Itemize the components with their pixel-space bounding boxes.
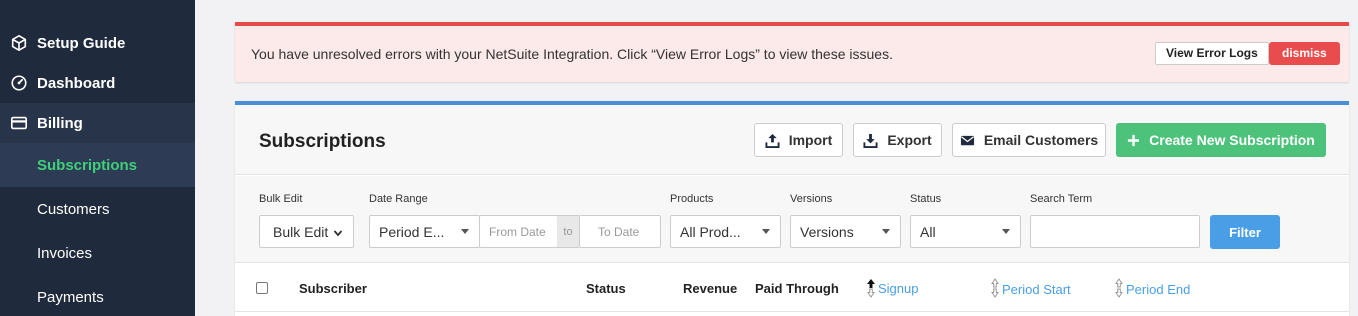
- plus-icon: [1128, 134, 1140, 146]
- export-button-label: Export: [887, 132, 932, 148]
- sidebar-subitem-subscriptions[interactable]: Subscriptions: [0, 143, 195, 187]
- caret-down-icon: [762, 229, 770, 234]
- create-new-subscription-button[interactable]: Create New Subscription: [1116, 123, 1326, 157]
- column-paid-through[interactable]: Paid Through: [755, 281, 839, 296]
- filter-bar: Bulk Edit Bulk Edit Date Range Period E.…: [235, 176, 1349, 263]
- versions-select[interactable]: Versions: [790, 215, 901, 248]
- search-term-input[interactable]: [1030, 215, 1200, 248]
- products-value: All Prod...: [680, 223, 741, 240]
- subscriptions-panel: Subscriptions Import Export Email Custom…: [235, 101, 1349, 316]
- error-banner: You have unresolved errors with your Net…: [235, 22, 1349, 82]
- sort-icon: [1114, 278, 1124, 301]
- search-term-label: Search Term: [1030, 193, 1093, 205]
- envelope-icon: [960, 135, 974, 145]
- error-banner-message: You have unresolved errors with your Net…: [251, 46, 893, 62]
- status-label: Status: [910, 193, 942, 205]
- sidebar-subitem-invoices[interactable]: Invoices: [0, 231, 195, 275]
- caret-down-icon: [882, 229, 890, 234]
- import-button-label: Import: [788, 132, 833, 148]
- import-button[interactable]: Import: [754, 123, 843, 157]
- sidebar: Setup Guide Dashboard Billing Subscripti…: [0, 0, 195, 316]
- page-title: Subscriptions: [259, 131, 386, 152]
- sidebar-item-billing[interactable]: Billing: [0, 103, 195, 143]
- status-value: All: [920, 223, 936, 240]
- products-select[interactable]: All Prod...: [670, 215, 781, 248]
- column-status[interactable]: Status: [586, 281, 626, 296]
- sidebar-item-dashboard[interactable]: Dashboard: [0, 68, 195, 98]
- from-date-placeholder: From Date: [489, 224, 546, 239]
- versions-value: Versions: [800, 223, 854, 240]
- view-error-logs-button[interactable]: View Error Logs: [1155, 42, 1269, 65]
- export-button[interactable]: Export: [853, 123, 942, 157]
- column-period-start-label: Period Start: [1002, 282, 1071, 297]
- sidebar-subitem-customers[interactable]: Customers: [0, 187, 195, 231]
- to-date-placeholder: To Date: [598, 224, 640, 239]
- column-period-end[interactable]: Period End: [1114, 278, 1190, 301]
- sort-icon: [990, 278, 1000, 301]
- date-range-value: Period E...: [379, 223, 445, 240]
- column-signup[interactable]: Signup: [866, 278, 918, 298]
- column-signup-label: Signup: [878, 280, 919, 296]
- column-period-end-label: Period End: [1126, 282, 1191, 297]
- sidebar-item-label: Setup Guide: [37, 34, 126, 52]
- table-header: Subscriber Status Revenue Paid Through S…: [235, 264, 1349, 312]
- gauge-icon: [10, 74, 28, 92]
- sidebar-item-setup-guide[interactable]: Setup Guide: [0, 28, 195, 58]
- caret-down-icon: [1002, 229, 1010, 234]
- sidebar-item-label: Billing: [37, 114, 83, 132]
- date-range-select[interactable]: Period E...: [369, 215, 480, 248]
- bulk-edit-label: Bulk Edit: [259, 193, 303, 205]
- bulk-edit-value: Bulk Edit: [273, 223, 329, 240]
- sort-ascending-icon: [866, 278, 876, 298]
- column-revenue[interactable]: Revenue: [683, 281, 737, 296]
- filter-button[interactable]: Filter: [1210, 215, 1280, 249]
- status-select[interactable]: All: [910, 215, 1021, 248]
- caret-down-icon: [461, 229, 469, 234]
- dismiss-button[interactable]: dismiss: [1269, 42, 1340, 65]
- bulk-edit-select[interactable]: Bulk Edit: [259, 215, 354, 248]
- from-date-input[interactable]: From Date: [479, 215, 558, 248]
- sidebar-item-label: Dashboard: [37, 74, 116, 92]
- email-customers-button-label: Email Customers: [983, 132, 1099, 148]
- column-subscriber[interactable]: Subscriber: [299, 281, 367, 296]
- to-date-input[interactable]: To Date: [579, 215, 661, 248]
- date-range-separator: to: [557, 215, 579, 248]
- select-all-checkbox[interactable]: [256, 282, 268, 294]
- create-new-subscription-label: Create New Subscription: [1149, 132, 1315, 148]
- sidebar-subitem-payments[interactable]: Payments: [0, 275, 195, 316]
- cube-icon: [10, 34, 28, 52]
- chevron-down-icon: [333, 225, 343, 241]
- panel-header: Subscriptions Import Export Email Custom…: [235, 105, 1349, 175]
- products-label: Products: [670, 193, 714, 205]
- credit-card-icon: [10, 114, 28, 132]
- download-icon: [863, 133, 878, 148]
- email-customers-button[interactable]: Email Customers: [952, 123, 1106, 157]
- date-range-label: Date Range: [369, 193, 428, 205]
- column-period-start[interactable]: Period Start: [990, 278, 1071, 301]
- upload-icon: [765, 133, 780, 148]
- versions-label: Versions: [790, 193, 833, 205]
